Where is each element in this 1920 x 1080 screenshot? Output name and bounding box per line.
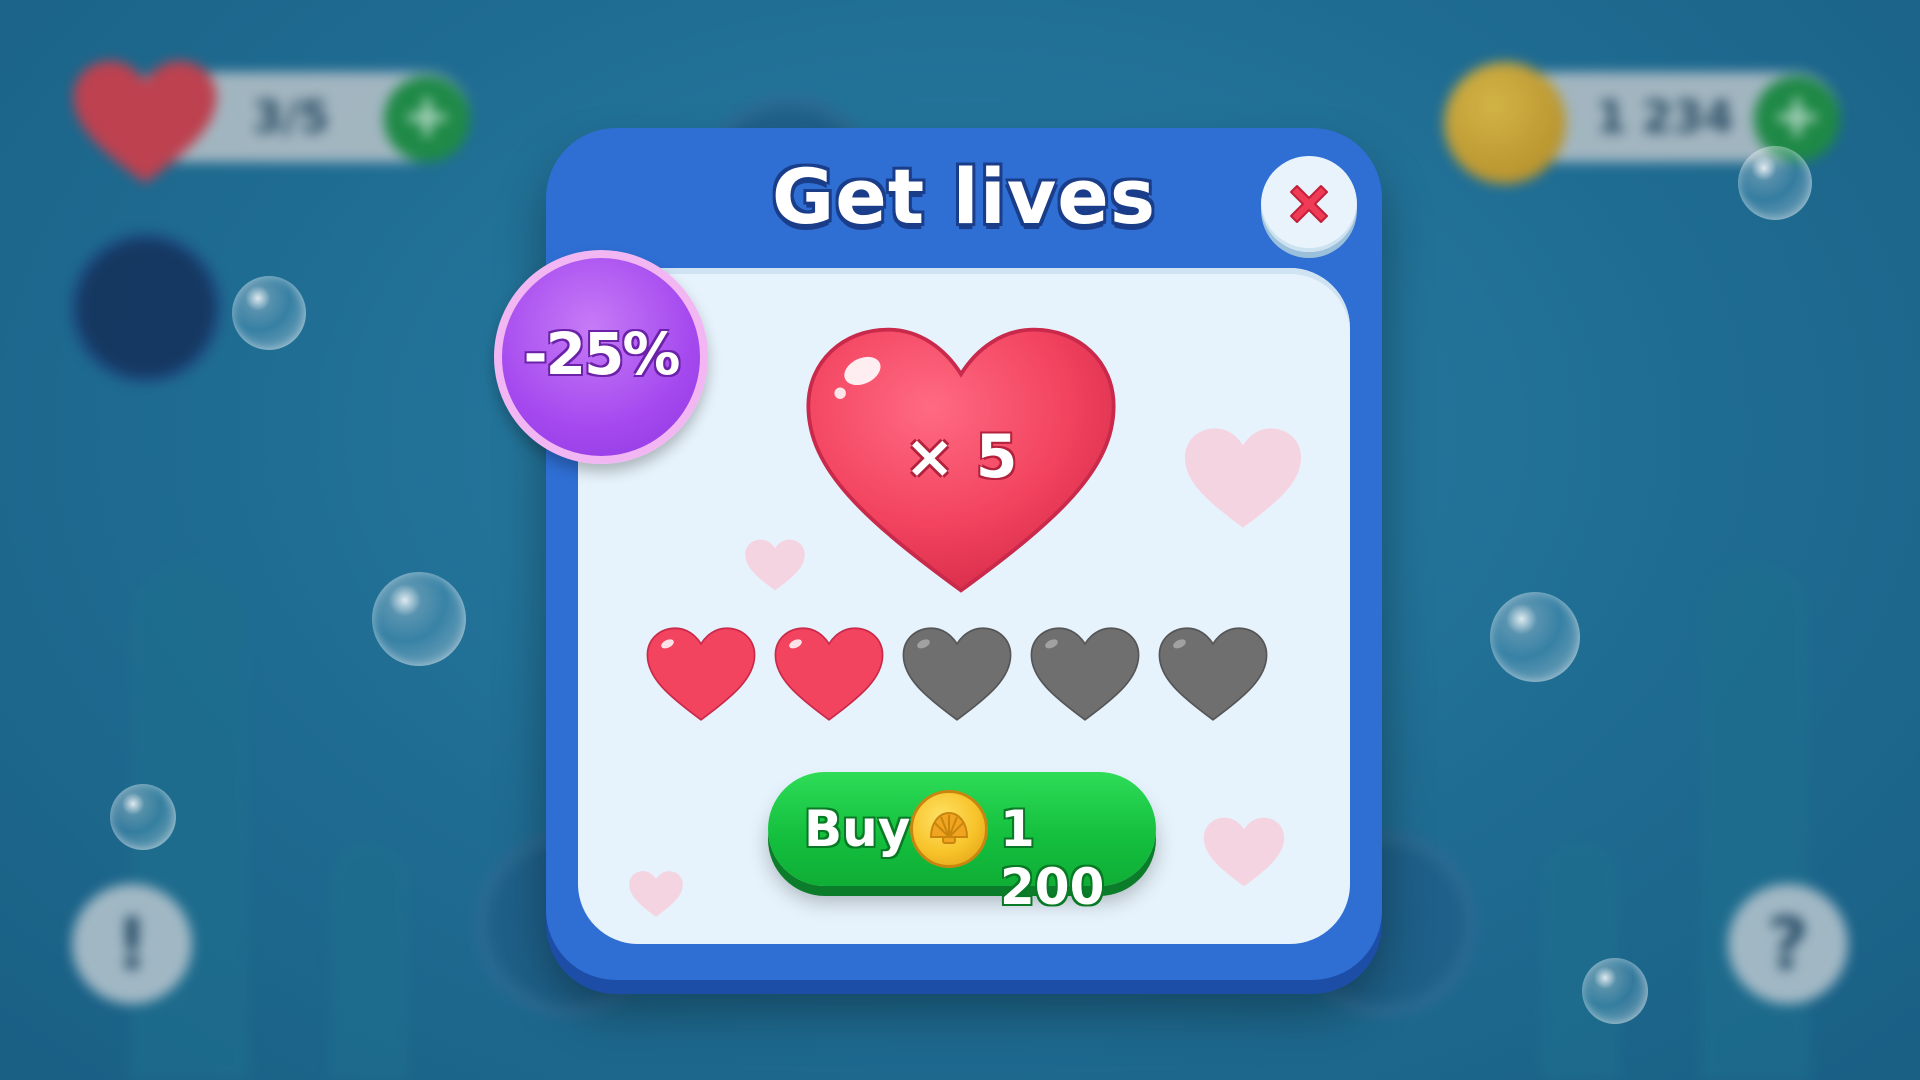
avatar[interactable]: [70, 232, 222, 384]
discount-badge: -25%: [494, 250, 708, 464]
life-empty-heart-icon: [1158, 627, 1268, 721]
bubble-decor: [1490, 592, 1580, 682]
close-x-icon: [1290, 185, 1328, 223]
bubble-decor: [1582, 958, 1648, 1024]
bubble-decor: [110, 784, 176, 850]
heart-decor-icon: [1203, 817, 1285, 887]
heart-decor-icon: [1184, 428, 1302, 528]
close-button[interactable]: [1261, 156, 1357, 252]
heart-decor-icon: [629, 871, 683, 917]
coins-count: 1 234: [1596, 92, 1734, 143]
help-button[interactable]: ?: [1728, 884, 1848, 1004]
life-empty-heart-icon: [1030, 627, 1140, 721]
pack-quantity: × 5: [904, 422, 1018, 492]
shell-coin-icon: [910, 790, 988, 868]
life-full-heart-icon: [646, 627, 756, 721]
bubble-decor: [232, 276, 306, 350]
life-empty-heart-icon: [902, 627, 1012, 721]
lives-count: 3/5: [252, 92, 330, 143]
info-button[interactable]: !: [72, 884, 192, 1004]
seaweed-decor: [330, 840, 410, 1080]
lives-indicator: [645, 626, 1285, 726]
add-lives-button[interactable]: +: [384, 76, 470, 162]
coin-icon: [1444, 62, 1566, 184]
price-label: 1 200: [1000, 800, 1105, 916]
heart-decor-icon: [745, 539, 805, 591]
bubble-decor: [1738, 146, 1812, 220]
discount-label: -25%: [523, 320, 681, 388]
heart-icon: [73, 60, 217, 184]
lives-pack: × 5: [802, 322, 1120, 598]
life-full-heart-icon: [774, 627, 884, 721]
dialog-title: Get lives: [771, 152, 1157, 241]
bubble-decor: [372, 572, 466, 666]
buy-label: Buy: [804, 800, 911, 858]
buy-button[interactable]: Buy 1 200: [768, 772, 1156, 916]
